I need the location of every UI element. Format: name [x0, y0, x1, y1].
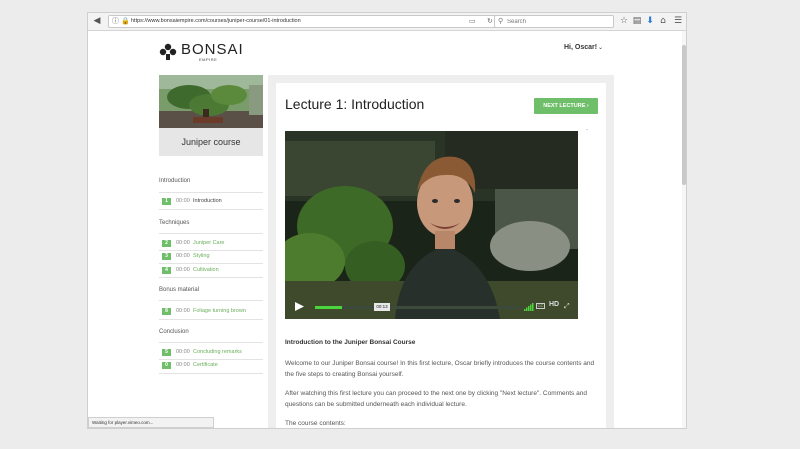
- chevron-down-icon[interactable]: ⌄: [598, 44, 603, 51]
- lesson-title[interactable]: Concluding remarks: [193, 348, 242, 357]
- lesson-item-foliage[interactable]: 8 00:00 Foliage turning brown: [159, 307, 263, 317]
- lesson-number: 3: [162, 253, 171, 260]
- address-bar[interactable]: ⓘ 🔒 https://www.bonsaiempire.com/courses…: [108, 15, 500, 28]
- next-lecture-button[interactable]: NEXT LECTURE ›: [534, 98, 598, 114]
- divider: [159, 209, 263, 210]
- lecture-panel: Lecture 1: Introduction NEXT LECTURE › -: [268, 75, 614, 428]
- lesson-time: 00:00: [176, 349, 190, 355]
- play-icon[interactable]: [293, 301, 305, 312]
- lesson-item-introduction[interactable]: 1 00:00 Introduction: [159, 197, 263, 207]
- lesson-title[interactable]: Certificate: [193, 361, 218, 370]
- lesson-time: 00:00: [176, 267, 190, 273]
- lesson-number: 1: [162, 198, 171, 205]
- section-title-techniques: Techniques: [159, 220, 190, 226]
- bookmark-star-icon[interactable]: ☆: [618, 15, 630, 27]
- lesson-time: 00:00: [176, 198, 190, 204]
- lesson-time: 00:00: [176, 308, 190, 314]
- hd-icon[interactable]: HD: [549, 301, 559, 308]
- logo-sub: EMPIRE: [199, 57, 218, 62]
- lesson-title[interactable]: Cultivation: [193, 266, 219, 275]
- description-paragraph: After watching this first lecture you ca…: [285, 390, 587, 408]
- divider: [159, 373, 263, 374]
- info-icon[interactable]: ⓘ: [112, 16, 119, 27]
- video-frame: [285, 131, 578, 319]
- browser-toolbar: ◀ ⓘ 🔒 https://www.bonsaiempire.com/cours…: [88, 13, 686, 31]
- section-title-bonus: Bonus material: [159, 287, 200, 293]
- divider: [159, 319, 263, 320]
- logo-name: BONSAI: [181, 41, 244, 58]
- lecture-title: Lecture 1: Introduction: [285, 96, 425, 112]
- progress-fill: [315, 306, 342, 309]
- scrollbar-thumb[interactable]: [682, 45, 686, 185]
- back-icon[interactable]: ◀: [91, 15, 103, 27]
- lesson-number: 2: [162, 240, 171, 247]
- divider: [159, 250, 263, 251]
- lesson-title[interactable]: Styling: [193, 252, 210, 261]
- course-image: [159, 75, 263, 128]
- lesson-item-certificate[interactable]: 0 00:00 Certificate: [159, 361, 263, 371]
- description-paragraph: The course contents:: [285, 420, 346, 427]
- course-card[interactable]: Juniper course: [159, 75, 263, 156]
- divider: [159, 192, 263, 193]
- lesson-title[interactable]: Introduction: [193, 197, 222, 206]
- lesson-item-cultivation[interactable]: 4 00:00 Cultivation: [159, 266, 263, 276]
- lesson-time: 00:00: [176, 253, 190, 259]
- url-text[interactable]: https://www.bonsaiempire.com/courses/jun…: [131, 16, 301, 27]
- home-icon[interactable]: ⌂: [657, 15, 669, 27]
- course-name: Juniper course: [159, 128, 263, 156]
- clipboard-icon[interactable]: ▤: [631, 15, 643, 27]
- description-paragraph: Welcome to our Juniper Bonsai course! In…: [285, 360, 595, 378]
- lesson-number: 4: [162, 267, 171, 274]
- download-icon[interactable]: ⬇: [644, 15, 656, 27]
- lesson-title[interactable]: Juniper Care: [193, 239, 225, 248]
- volume-icon[interactable]: [524, 302, 534, 311]
- lesson-number: 5: [162, 349, 171, 356]
- section-title-conclusion: Conclusion: [159, 329, 189, 335]
- video-player[interactable]: 00:13 CC HD ⤢: [285, 131, 578, 319]
- fullscreen-icon[interactable]: ⤢: [564, 302, 570, 311]
- reload-icon[interactable]: ↻: [487, 16, 493, 27]
- browser-window: ◀ ⓘ 🔒 https://www.bonsaiempire.com/cours…: [88, 13, 686, 428]
- divider: [159, 263, 263, 264]
- divider: [159, 342, 263, 343]
- search-icon: ⚲: [498, 17, 504, 25]
- description-heading: Introduction to the Juniper Bonsai Cours…: [285, 339, 416, 346]
- reader-view-icon[interactable]: ▭: [469, 16, 476, 27]
- scrollbar[interactable]: [682, 31, 686, 428]
- menu-icon[interactable]: ☰: [672, 15, 684, 27]
- video-controls: 00:13 CC HD ⤢: [285, 298, 578, 314]
- bonsai-logo-icon: [159, 43, 177, 60]
- browser-status-bar: Waiting for player.vimeo.com...: [88, 417, 214, 428]
- user-greeting[interactable]: Hi, Oscar!: [564, 44, 597, 51]
- video-timestamp: 00:13: [374, 303, 390, 311]
- divider: [159, 359, 263, 360]
- lesson-item-juniper-care[interactable]: 2 00:00 Juniper Care: [159, 239, 263, 249]
- lock-icon: 🔒: [121, 17, 130, 25]
- section-title-introduction: Introduction: [159, 178, 191, 184]
- lesson-item-concluding[interactable]: 5 00:00 Concluding remarks: [159, 348, 263, 358]
- panel-dash: -: [586, 127, 588, 133]
- lesson-time: 00:00: [176, 362, 190, 368]
- lesson-item-styling[interactable]: 3 00:00 Styling: [159, 252, 263, 262]
- lesson-number: 8: [162, 308, 171, 315]
- divider: [159, 233, 263, 234]
- divider: [159, 277, 263, 278]
- lecture-content: Lecture 1: Introduction NEXT LECTURE › -: [276, 83, 606, 428]
- divider: [159, 300, 263, 301]
- lesson-number: 0: [162, 362, 171, 369]
- search-bar[interactable]: ⚲: [494, 15, 614, 28]
- video-progress-bar[interactable]: 00:13: [315, 303, 521, 311]
- search-input[interactable]: [507, 17, 607, 27]
- captions-icon[interactable]: CC: [536, 303, 545, 309]
- lesson-title[interactable]: Foliage turning brown: [193, 307, 246, 316]
- lesson-time: 00:00: [176, 240, 190, 246]
